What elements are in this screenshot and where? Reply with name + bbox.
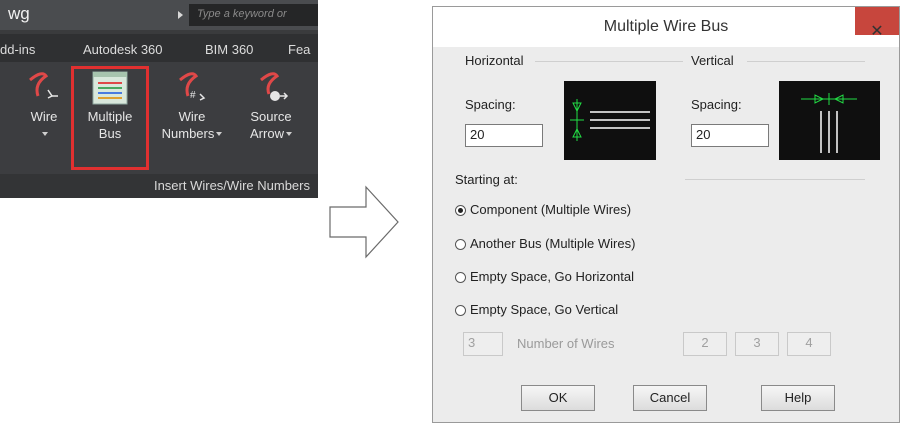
wire-icon — [29, 72, 58, 99]
horizontal-spacing-label: Spacing: — [465, 97, 516, 112]
dialog-title-bar: Multiple Wire Bus ✕ — [433, 7, 899, 47]
group-divider — [747, 61, 865, 62]
wires-preset-2-button[interactable]: 2 — [683, 332, 727, 356]
cancel-button[interactable]: Cancel — [633, 385, 707, 411]
wire-label: Wire — [30, 109, 58, 124]
option-label: Component (Multiple Wires) — [470, 202, 632, 217]
ribbon-button-row: Wire Multiple Bus # Wire Numbers Source … — [0, 62, 318, 174]
dropdown-caret-icon — [285, 132, 292, 136]
panel-label-bar: Insert Wires/Wire Numbers — [0, 174, 318, 198]
ribbon-tabs: dd-ins Autodesk 360 BIM 360 Fea — [0, 34, 318, 62]
wire-numbers-icon: # — [179, 72, 206, 101]
radio-icon — [455, 272, 466, 283]
option-label: Another Bus (Multiple Wires) — [470, 236, 636, 251]
number-of-wires-label: Number of Wires — [517, 336, 615, 351]
horizontal-heading: Horizontal — [465, 53, 524, 68]
source-arrow-label-line2: Arrow — [250, 126, 284, 141]
horizontal-spacing-input[interactable]: 20 — [465, 124, 543, 147]
wire-button[interactable]: Wire — [22, 62, 66, 142]
wire-numbers-label-line2: Numbers — [161, 126, 215, 141]
search-placeholder: Type a keyword or — [197, 8, 287, 20]
right-arrow-icon — [329, 185, 399, 259]
radio-icon — [455, 305, 466, 316]
source-arrow-icon — [260, 72, 289, 101]
option-label: Empty Space, Go Horizontal — [470, 269, 635, 284]
vertical-spacing-label: Spacing: — [691, 97, 742, 112]
number-of-wires-input[interactable]: 3 — [463, 332, 503, 356]
wires-preset-4-button[interactable]: 4 — [787, 332, 831, 356]
group-divider — [535, 61, 683, 62]
ok-button[interactable]: OK — [521, 385, 595, 411]
vertical-bus-preview — [779, 81, 880, 160]
multiple-wire-bus-dialog: Multiple Wire Bus ✕ Horizontal Spacing: … — [432, 6, 900, 423]
tab-autodesk-360[interactable]: Autodesk 360 — [83, 42, 163, 57]
option-label: Empty Space, Go Vertical — [470, 302, 619, 317]
radio-selected-icon — [455, 205, 466, 216]
wire-numbers-button[interactable]: # Wire Numbers — [152, 62, 232, 142]
arrow-right-icon — [178, 11, 183, 19]
highlight-box — [71, 66, 149, 170]
wire-numbers-label-line1: Wire — [178, 109, 206, 124]
ribbon-title-bar: wg Type a keyword or — [0, 0, 318, 30]
search-input[interactable]: Type a keyword or — [189, 4, 318, 26]
vertical-spacing-input[interactable]: 20 — [691, 124, 769, 147]
group-divider — [685, 179, 865, 180]
tab-feature[interactable]: Fea — [288, 42, 310, 57]
dropdown-caret-icon — [42, 132, 48, 136]
starting-at-label: Starting at: — [455, 172, 518, 187]
panel-label: Insert Wires/Wire Numbers — [153, 178, 310, 193]
option-empty-vertical[interactable]: Empty Space, Go Vertical — [455, 302, 618, 317]
help-button[interactable]: Help — [761, 385, 835, 411]
option-empty-horizontal[interactable]: Empty Space, Go Horizontal — [455, 269, 634, 284]
tab-bim-360[interactable]: BIM 360 — [205, 42, 253, 57]
tab-add-ins[interactable]: dd-ins — [0, 42, 35, 57]
option-another-bus[interactable]: Another Bus (Multiple Wires) — [455, 236, 635, 251]
dropdown-caret-icon — [216, 132, 223, 136]
dialog-title: Multiple Wire Bus — [603, 18, 729, 35]
radio-icon — [455, 239, 466, 250]
drawing-title: wg — [8, 4, 30, 23]
wires-preset-3-button[interactable]: 3 — [735, 332, 779, 356]
svg-text:#: # — [190, 90, 196, 101]
option-component[interactable]: Component (Multiple Wires) — [455, 202, 631, 217]
horizontal-bus-preview — [564, 81, 656, 160]
source-arrow-button[interactable]: Source Arrow — [236, 62, 306, 142]
vertical-heading: Vertical — [691, 53, 734, 68]
close-button[interactable]: ✕ — [855, 7, 899, 40]
ribbon-panel: wg Type a keyword or dd-ins Autodesk 360… — [0, 0, 318, 198]
close-icon: ✕ — [870, 23, 884, 40]
source-arrow-label-line1: Source — [250, 109, 292, 124]
